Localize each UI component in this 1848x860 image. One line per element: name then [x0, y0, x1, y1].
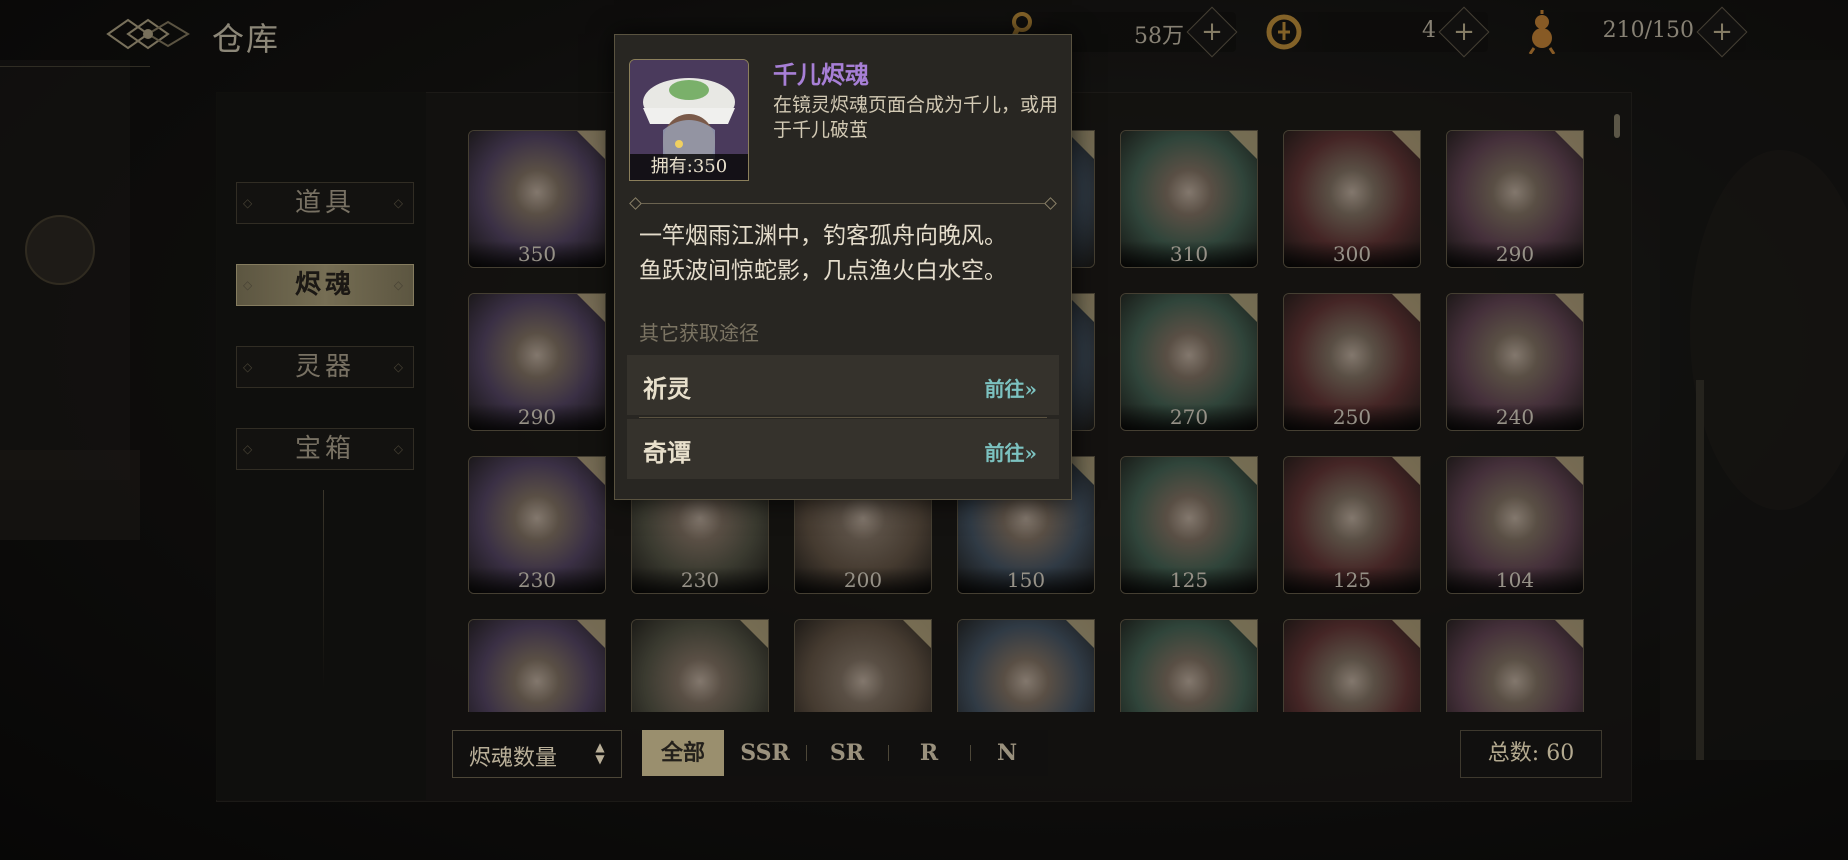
item-detail-popup: 拥有:350 千儿烬魂 在镜灵烬魂页面合成为千儿，或用于千儿破茧 一竿烟雨江渊中… [614, 34, 1072, 500]
source-route-qitan[interactable]: 奇谭 前往» [627, 419, 1059, 479]
sort-dropdown[interactable]: 烬魂数量 ▲ ▼ [452, 730, 622, 778]
total-count: 总数: 60 [1460, 730, 1602, 778]
item-flavor-text: 一竿烟雨江渊中，钓客孤舟向晚风。 鱼跃波间惊蛇影，几点渔火白水空。 [639, 219, 1007, 289]
filter-sr[interactable]: SR [806, 730, 888, 776]
item-portrait: 拥有:350 [629, 59, 749, 181]
item-name: 千儿烬魂 [773, 60, 869, 89]
owned-count: 拥有:350 [630, 154, 748, 180]
route-name: 奇谭 [643, 438, 691, 467]
flavor-line-1: 一竿烟雨江渊中，钓客孤舟向晚风。 [639, 223, 1007, 249]
route-separator [639, 417, 1047, 418]
go-link[interactable]: 前往» [985, 437, 1038, 466]
route-name: 祈灵 [643, 374, 691, 403]
filter-all[interactable]: 全部 [642, 730, 724, 776]
popup-divider [635, 203, 1051, 204]
other-sources-label: 其它获取途径 [639, 321, 759, 345]
filter-r[interactable]: R [888, 730, 970, 776]
flavor-line-2: 鱼跃波间惊蛇影，几点渔火白水空。 [639, 258, 1007, 284]
sort-label: 烬魂数量 [469, 746, 558, 771]
go-link[interactable]: 前往» [985, 373, 1038, 402]
sort-arrows-icon: ▲ ▼ [595, 740, 605, 766]
item-description: 在镜灵烬魂页面合成为千儿，或用于千儿破茧 [773, 94, 1059, 141]
rarity-filter-bar: 全部 SSR SR R N [642, 730, 1048, 776]
filter-ssr[interactable]: SSR [724, 730, 806, 776]
source-route-qiling[interactable]: 祈灵 前往» [627, 355, 1059, 415]
filter-n[interactable]: N [966, 730, 1048, 776]
